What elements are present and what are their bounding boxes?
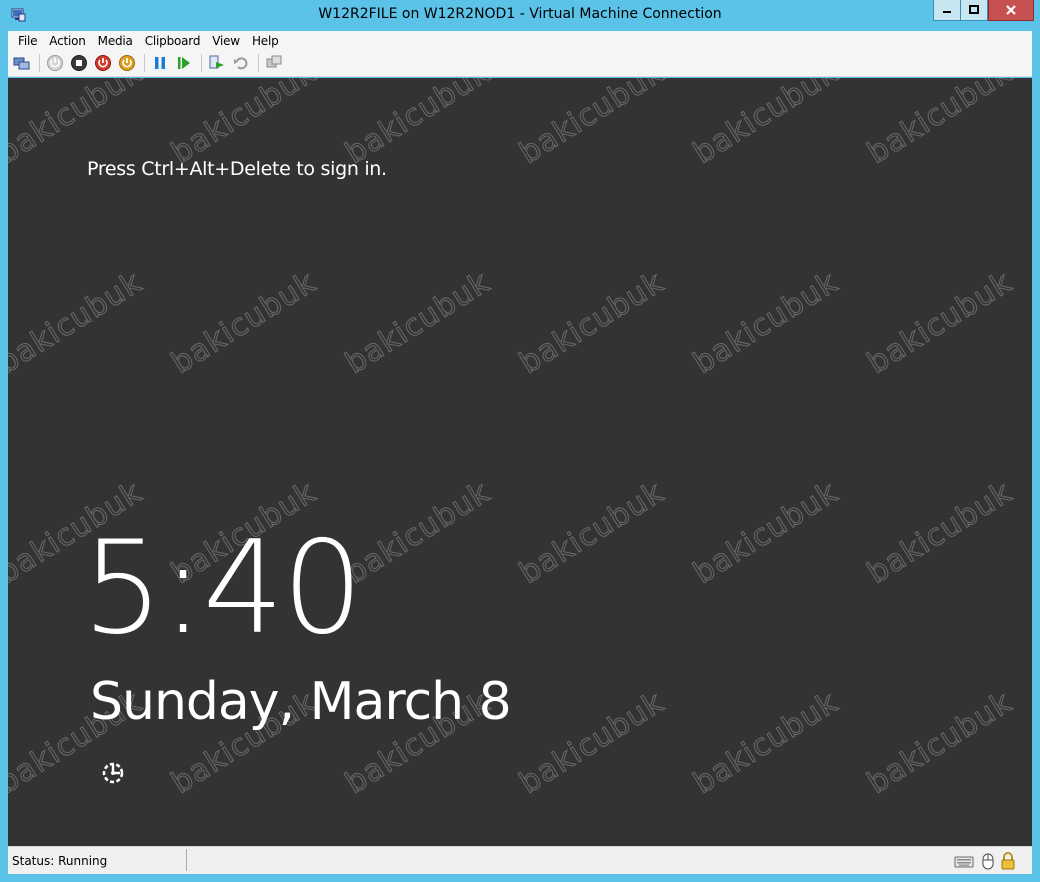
- maximize-icon: [969, 5, 979, 14]
- watermark-text: bakicubuk: [861, 684, 1019, 801]
- watermark-text: bakicubuk: [513, 474, 671, 591]
- window-title: W12R2FILE on W12R2NOD1 - Virtual Machine…: [318, 6, 722, 22]
- menu-help[interactable]: Help: [246, 34, 285, 48]
- watermark-text: bakicubuk: [513, 78, 671, 171]
- menu-file[interactable]: File: [12, 34, 43, 48]
- toolbar-separator: [39, 54, 40, 72]
- watermark-text: bakicubuk: [687, 474, 845, 591]
- close-button[interactable]: [988, 0, 1034, 21]
- toolbar-separator: [201, 54, 202, 72]
- maximize-button[interactable]: [960, 0, 988, 21]
- resume-icon: [178, 57, 190, 69]
- vm-display[interactable]: bakicubuk bakicubuk bakicubuk bakicubuk baki…: [8, 78, 1032, 846]
- keyboard-icon: [954, 856, 974, 868]
- checkpoint-button[interactable]: [206, 52, 228, 74]
- save-icon: [119, 55, 135, 71]
- save-button[interactable]: [116, 52, 138, 74]
- ctrl-alt-del-button[interactable]: [11, 52, 33, 74]
- resume-button[interactable]: [173, 52, 195, 74]
- pause-icon: [155, 57, 165, 69]
- watermark-text: bakicubuk: [339, 474, 497, 591]
- watermark-text: bakicubuk: [339, 264, 497, 381]
- turn-off-icon: [71, 55, 87, 71]
- checkpoint-icon: [209, 55, 224, 69]
- signin-prompt: Press Ctrl+Alt+Delete to sign in.: [87, 158, 387, 180]
- minimize-icon: [943, 11, 951, 13]
- lock-icon: [1001, 852, 1015, 870]
- menu-bar: File Action Media Clipboard View Help: [8, 31, 1032, 50]
- status-text: Status: Running: [12, 854, 108, 868]
- watermark-text: bakicubuk: [165, 264, 323, 381]
- turn-off-button[interactable]: [68, 52, 90, 74]
- watermark-text: bakicubuk: [513, 684, 671, 801]
- status-separator: [186, 849, 187, 871]
- toolbar-separator: [258, 54, 259, 72]
- pause-button[interactable]: [149, 52, 171, 74]
- lock-screen-date: Sunday, March 8: [90, 672, 512, 732]
- watermark-text: bakicubuk: [687, 264, 845, 381]
- watermark-text: bakicubuk: [861, 474, 1019, 591]
- enhanced-session-button[interactable]: [263, 52, 285, 74]
- watermark-text: bakicubuk: [861, 78, 1019, 171]
- watermark-text: bakicubuk: [687, 684, 845, 801]
- revert-button[interactable]: [230, 52, 252, 74]
- menu-media[interactable]: Media: [92, 34, 139, 48]
- toolbar: [8, 50, 1032, 77]
- shut-down-button[interactable]: [92, 52, 114, 74]
- mouse-icon: [982, 853, 994, 870]
- watermark-text: bakicubuk: [513, 264, 671, 381]
- toolbar-separator: [144, 54, 145, 72]
- shut-down-icon: [95, 55, 111, 71]
- title-bar[interactable]: W12R2FILE on W12R2NOD1 - Virtual Machine…: [0, 0, 1040, 31]
- vm-connection-window: W12R2FILE on W12R2NOD1 - Virtual Machine…: [0, 0, 1040, 882]
- menu-view[interactable]: View: [206, 34, 246, 48]
- close-icon: [1006, 5, 1016, 15]
- start-button[interactable]: [44, 52, 66, 74]
- watermark-text: bakicubuk: [687, 78, 845, 171]
- menu-clipboard[interactable]: Clipboard: [139, 34, 207, 48]
- watermark-text: bakicubuk: [8, 264, 149, 381]
- status-bar: Status: Running: [8, 846, 1032, 874]
- minimize-button[interactable]: [933, 0, 961, 21]
- ctrl-alt-del-icon: [13, 57, 30, 70]
- start-icon: [47, 55, 63, 71]
- enhanced-session-icon: [266, 55, 282, 68]
- ease-of-access-icon[interactable]: [100, 760, 126, 786]
- lock-screen-time: 5:40: [82, 514, 363, 663]
- revert-icon: [234, 57, 248, 70]
- watermark-text: bakicubuk: [861, 264, 1019, 381]
- menu-action[interactable]: Action: [43, 34, 91, 48]
